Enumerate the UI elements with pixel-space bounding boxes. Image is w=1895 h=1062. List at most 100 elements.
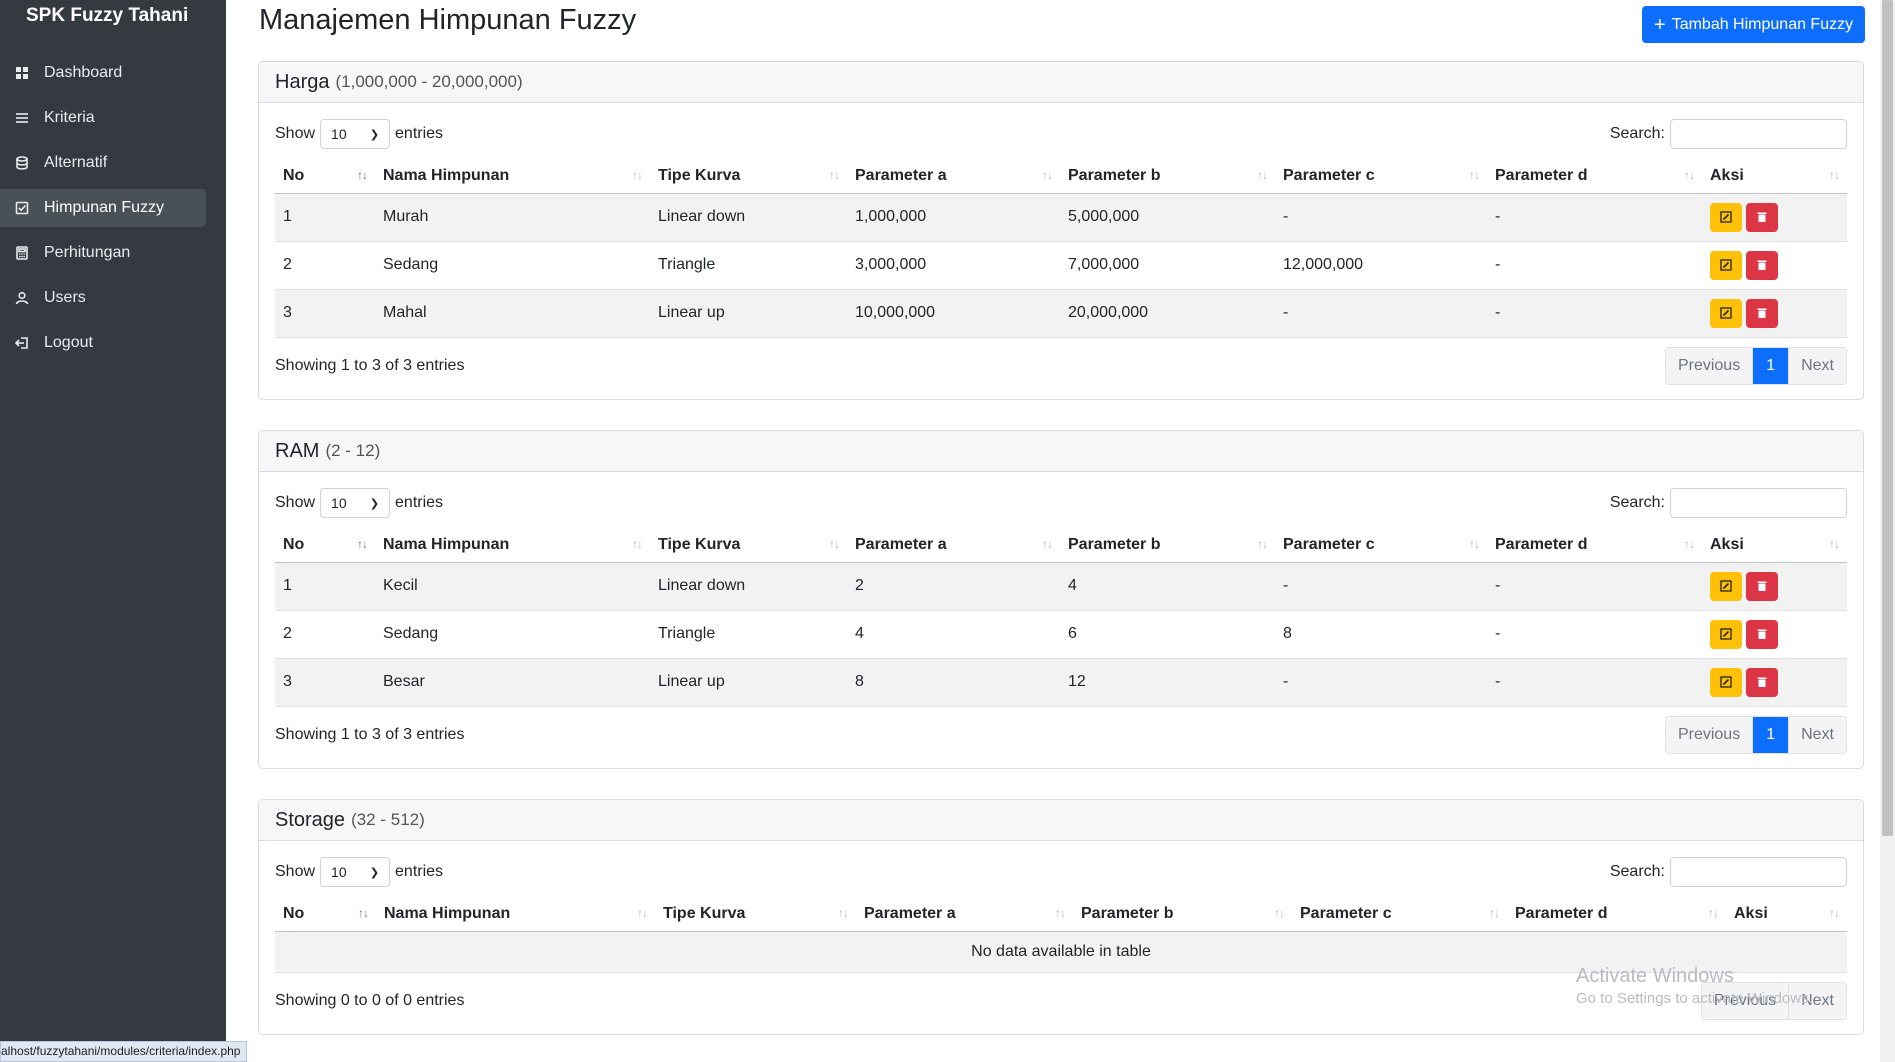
sort-icon: ↑↓ [632, 168, 643, 182]
page-1-button[interactable]: 1 [1752, 347, 1789, 384]
column-header-param-a[interactable]: Parameter a ↑↓ [847, 528, 1060, 563]
table-header-row: No ↑↓ Nama Himpunan ↑↓ Tipe Kurva ↑↓ Parame… [275, 159, 1847, 194]
card-header: Harga (1,000,000 - 20,000,000) [259, 62, 1863, 103]
edit-button[interactable] [1710, 202, 1742, 232]
column-header-tipe[interactable]: Tipe Kurva ↑↓ [655, 897, 856, 932]
edit-icon [1720, 676, 1732, 688]
cell-aksi [1702, 562, 1847, 611]
sort-icon: ↑↓ [1469, 537, 1480, 551]
scrollbar-thumb[interactable] [1882, 0, 1893, 836]
column-header-aksi[interactable]: Aksi ↑↓ [1702, 159, 1847, 194]
delete-button[interactable] [1746, 571, 1778, 601]
card-range: (1,000,000 - 20,000,000) [335, 72, 523, 91]
next-button[interactable]: Next [1788, 716, 1846, 753]
cell-param-d: - [1487, 610, 1702, 659]
sidebar-item-label: Users [44, 289, 86, 306]
sidebar-item-label: Perhitungan [44, 244, 131, 261]
brand-title[interactable]: SPK Fuzzy Tahani [0, 0, 226, 46]
page-1-button[interactable]: 1 [1752, 716, 1789, 753]
search-input[interactable] [1670, 488, 1847, 518]
previous-button[interactable]: Previous [1665, 716, 1753, 753]
delete-button[interactable] [1746, 202, 1778, 232]
edit-button[interactable] [1710, 298, 1742, 328]
column-header-param-b[interactable]: Parameter b ↑↓ [1060, 159, 1275, 194]
column-header-nama[interactable]: Nama Himpunan ↑↓ [375, 159, 650, 194]
column-header-no[interactable]: No ↑↓ [275, 528, 375, 563]
column-header-no[interactable]: No ↑↓ [275, 897, 376, 932]
cell-param-a: 1,000,000 [847, 193, 1060, 242]
check-square-icon [14, 200, 30, 216]
sort-icon: ↑↓ [1257, 168, 1268, 182]
cell-param-c: 12,000,000 [1275, 241, 1487, 290]
cell-param-b: 4 [1060, 562, 1275, 611]
cell-param-b: 12 [1060, 658, 1275, 707]
edit-button[interactable] [1710, 667, 1742, 697]
sidebar-item-dashboard[interactable]: Dashboard [0, 54, 206, 92]
column-header-param-d[interactable]: Parameter d ↑↓ [1487, 528, 1702, 563]
cell-param-a: 10,000,000 [847, 289, 1060, 338]
sidebar-item-logout[interactable]: Logout [0, 324, 206, 362]
page-size-select[interactable]: 10 ❯ [320, 488, 391, 518]
delete-button[interactable] [1746, 298, 1778, 328]
table-row: 1 Murah Linear down 1,000,000 5,000,000 … [275, 193, 1847, 242]
show-label: Show [275, 494, 316, 511]
show-label: Show [275, 863, 316, 880]
next-button[interactable]: Next [1788, 347, 1846, 384]
cell-nama: Murah [375, 193, 650, 242]
sidebar: SPK Fuzzy Tahani Dashboard Kriteria Alte… [0, 0, 226, 1062]
search-control: Search: [1610, 119, 1847, 149]
column-header-param-c[interactable]: Parameter c ↑↓ [1292, 897, 1507, 932]
edit-button[interactable] [1710, 250, 1742, 280]
search-input[interactable] [1670, 119, 1847, 149]
column-header-no[interactable]: No ↑↓ [275, 159, 375, 194]
sidebar-item-users[interactable]: Users [0, 279, 206, 317]
cell-aksi [1702, 610, 1847, 659]
sidebar-item-himpunan-fuzzy[interactable]: Himpunan Fuzzy [0, 189, 206, 227]
table-controls: Show 10 ❯ entries Search: [275, 117, 1847, 151]
search-label: Search: [1609, 494, 1665, 511]
page-size-select[interactable]: 10 ❯ [320, 119, 391, 149]
cell-nama: Kecil [375, 562, 650, 611]
column-header-param-b[interactable]: Parameter b ↑↓ [1060, 528, 1275, 563]
column-header-param-c[interactable]: Parameter c ↑↓ [1275, 159, 1487, 194]
delete-button[interactable] [1746, 250, 1778, 280]
column-header-param-a[interactable]: Parameter a ↑↓ [856, 897, 1073, 932]
cell-param-b: 6 [1060, 610, 1275, 659]
card-header: Storage (32 - 512) [259, 800, 1863, 841]
page-size-select[interactable]: 10 ❯ [320, 857, 391, 887]
sidebar-item-alternatif[interactable]: Alternatif [0, 144, 206, 182]
column-header-param-c[interactable]: Parameter c ↑↓ [1275, 528, 1487, 563]
column-header-param-d[interactable]: Parameter d ↑↓ [1507, 897, 1726, 932]
cell-param-a: 8 [847, 658, 1060, 707]
edit-button[interactable] [1710, 619, 1742, 649]
sidebar-item-label: Himpunan Fuzzy [44, 199, 165, 216]
edit-button[interactable] [1710, 571, 1742, 601]
card-header: RAM (2 - 12) [259, 431, 1863, 472]
length-control: Show 10 ❯ entries [275, 119, 443, 149]
cell-aksi [1702, 658, 1847, 707]
column-header-param-a[interactable]: Parameter a ↑↓ [847, 159, 1060, 194]
sidebar-item-perhitungan[interactable]: Perhitungan [0, 234, 206, 272]
column-header-tipe[interactable]: Tipe Kurva ↑↓ [650, 528, 847, 563]
sidebar-item-kriteria[interactable]: Kriteria [0, 99, 206, 137]
delete-button[interactable] [1746, 667, 1778, 697]
previous-button[interactable]: Previous [1665, 347, 1753, 384]
cell-no: 1 [275, 193, 375, 242]
edit-icon [1720, 628, 1732, 640]
delete-button[interactable] [1746, 619, 1778, 649]
page-scrollbar[interactable] [1880, 0, 1895, 1062]
column-header-param-b[interactable]: Parameter b ↑↓ [1073, 897, 1292, 932]
column-header-tipe[interactable]: Tipe Kurva ↑↓ [650, 159, 847, 194]
chevron-down-icon: ❯ [369, 128, 380, 141]
column-header-aksi[interactable]: Aksi ↑↓ [1726, 897, 1847, 932]
add-himpunan-fuzzy-button[interactable]: + Tambah Himpunan Fuzzy [1642, 6, 1866, 43]
column-header-param-d[interactable]: Parameter d ↑↓ [1487, 159, 1702, 194]
watermark-line-2: Go to Settings to activate Windows. [1576, 990, 1813, 1007]
column-header-aksi[interactable]: Aksi ↑↓ [1702, 528, 1847, 563]
column-header-nama[interactable]: Nama Himpunan ↑↓ [376, 897, 655, 932]
sort-icon: ↑↓ [632, 537, 643, 551]
card-title: Storage [275, 808, 346, 831]
column-header-nama[interactable]: Nama Himpunan ↑↓ [375, 528, 650, 563]
cell-no: 2 [275, 610, 375, 659]
search-input[interactable] [1670, 857, 1847, 887]
